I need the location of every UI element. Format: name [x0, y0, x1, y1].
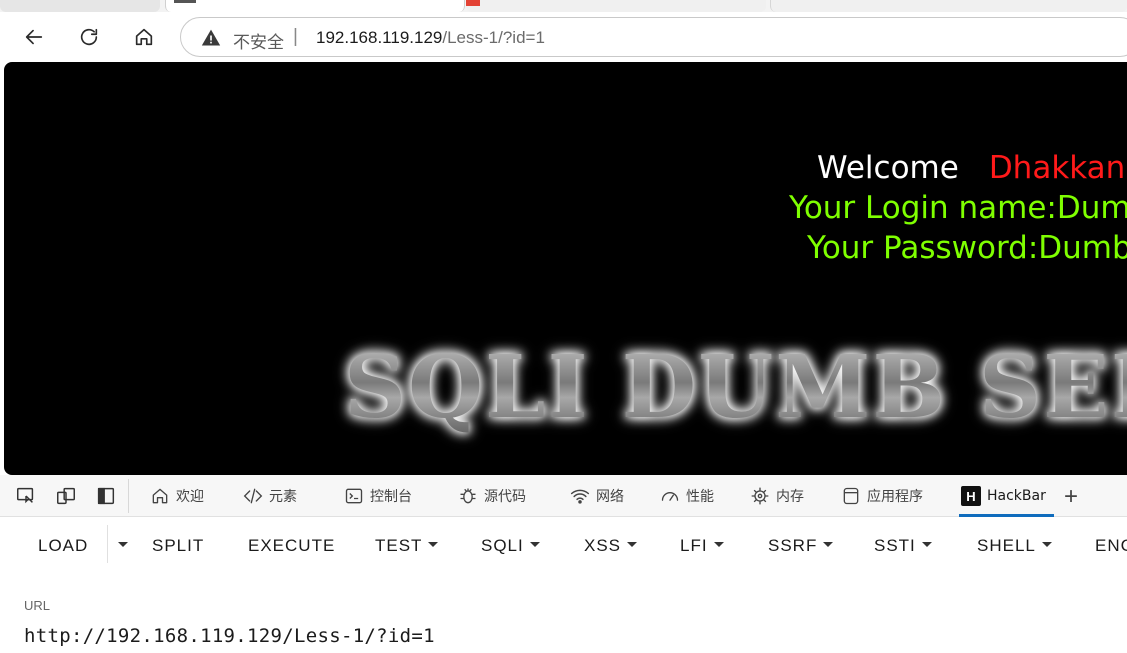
add-tab-button[interactable]: +: [1064, 483, 1078, 511]
browser-tab[interactable]: [0, 0, 160, 12]
tab-hackbar[interactable]: H HackBar: [959, 475, 1054, 517]
address-bar[interactable]: 不安全 | 192.168.119.129/Less-1/?id=1: [180, 17, 1127, 57]
tab-sources[interactable]: 源代码: [458, 475, 526, 517]
console-icon: [345, 488, 363, 504]
bug-icon: [460, 488, 476, 504]
tab-memory[interactable]: 内存: [750, 475, 804, 517]
caret-down-icon: [428, 542, 439, 548]
reload-button[interactable]: [73, 21, 105, 53]
back-arrow-icon: [25, 29, 43, 45]
xss-menu-button[interactable]: XSS: [584, 536, 638, 556]
tab-label: 源代码: [484, 489, 526, 505]
device-emulation-icon[interactable]: [55, 485, 77, 507]
password-line: Your Password:Dumb: [807, 230, 1127, 266]
code-icon: [243, 488, 263, 504]
url-field-label: URL: [24, 598, 51, 613]
ssrf-label: SSRF: [768, 536, 818, 555]
address-url[interactable]: 192.168.119.129/Less-1/?id=1: [316, 28, 545, 48]
caret-down-icon: [921, 542, 932, 548]
tab-label: 应用程序: [867, 489, 923, 505]
inspect-icon[interactable]: [15, 485, 37, 507]
tab-label: 元素: [269, 489, 297, 505]
tab-welcome[interactable]: 欢迎: [150, 475, 204, 517]
devtools-divider: [128, 479, 129, 513]
browser-tab[interactable]: [770, 0, 1127, 12]
login-name-line: Your Login name:Dumb: [789, 190, 1127, 226]
tab-network[interactable]: 网络: [570, 475, 624, 517]
devtools-tab-bar: 欢迎 元素 控制台 源代码 网络 性能 内存 应用程序 H HackBar +: [0, 475, 1127, 517]
caret-down-icon: [713, 542, 724, 548]
caret-down-icon: [118, 542, 128, 548]
tab-label: 网络: [596, 489, 624, 505]
test-menu-button[interactable]: TEST: [375, 536, 439, 556]
hackbar-panel: LOAD SPLIT EXECUTE TEST SQLI XSS LFI SSR…: [0, 517, 1127, 653]
tab-elements[interactable]: 元素: [243, 475, 297, 517]
tab-label: 欢迎: [176, 489, 204, 505]
url-path: /Less-1/?id=1: [442, 28, 545, 47]
test-label: TEST: [375, 536, 423, 555]
reload-icon: [80, 28, 98, 46]
tab-console[interactable]: 控制台: [344, 475, 412, 517]
split-button[interactable]: SPLIT: [152, 536, 204, 556]
ssrf-menu-button[interactable]: SSRF: [768, 536, 834, 556]
tab-performance[interactable]: 性能: [660, 475, 714, 517]
welcome-line: Welcome Dhakkan: [817, 150, 1125, 186]
home-button[interactable]: [128, 21, 160, 53]
caret-down-icon: [627, 542, 638, 548]
page-viewport: Welcome Dhakkan Your Login name:Dumb Your…: [4, 62, 1127, 475]
url-host: 192.168.119.129: [316, 28, 443, 47]
tab-label: 内存: [776, 489, 804, 505]
load-split-divider: [107, 525, 108, 563]
tab-label: 性能: [686, 489, 714, 505]
app-icon: [843, 487, 859, 505]
ssti-label: SSTI: [874, 536, 916, 555]
gauge-icon: [661, 492, 679, 501]
caret-down-icon: [823, 542, 834, 548]
load-dropdown-button[interactable]: [112, 536, 128, 556]
tab-application[interactable]: 应用程序: [841, 475, 923, 517]
browser-toolbar: 不安全 | 192.168.119.129/Less-1/?id=1: [0, 12, 1127, 62]
caret-down-icon: [1041, 542, 1052, 548]
chip-icon: [751, 487, 769, 505]
wifi-icon: [570, 489, 590, 504]
warning-icon[interactable]: [201, 28, 221, 48]
dock-side-icon[interactable]: [95, 485, 117, 507]
ssti-menu-button[interactable]: SSTI: [874, 536, 932, 556]
execute-button[interactable]: EXECUTE: [248, 536, 335, 556]
tab-favicon: [466, 0, 480, 6]
sqli-menu-button[interactable]: SQLI: [481, 536, 540, 556]
sqli-label: SQLI: [481, 536, 524, 555]
back-button[interactable]: [18, 21, 50, 53]
tab-label: HackBar: [987, 488, 1046, 504]
home-icon: [152, 488, 168, 504]
welcome-name: Dhakkan: [988, 150, 1126, 186]
browser-tab[interactable]: [466, 0, 766, 12]
tab-strip: [0, 0, 1127, 12]
load-button[interactable]: LOAD: [38, 536, 88, 556]
lfi-label: LFI: [680, 536, 708, 555]
xss-label: XSS: [584, 536, 622, 555]
caret-down-icon: [529, 542, 540, 548]
home-icon: [135, 28, 153, 46]
url-field[interactable]: http://192.168.119.129/Less-1/?id=1: [24, 625, 435, 647]
address-separator: |: [293, 26, 298, 47]
browser-tab-active[interactable]: [165, 0, 465, 12]
hackbar-icon: H: [961, 486, 981, 506]
shell-label: SHELL: [977, 536, 1036, 555]
enc-menu-button[interactable]: ENC: [1095, 536, 1127, 556]
lfi-menu-button[interactable]: LFI: [680, 536, 724, 556]
tab-label: 控制台: [370, 489, 412, 505]
tab-indicator: [174, 0, 196, 3]
welcome-word: Welcome: [817, 150, 959, 186]
shell-menu-button[interactable]: SHELL: [977, 536, 1052, 556]
series-banner-logo: SQLI DUMB SERIES: [344, 337, 1127, 438]
security-label[interactable]: 不安全: [233, 28, 284, 53]
